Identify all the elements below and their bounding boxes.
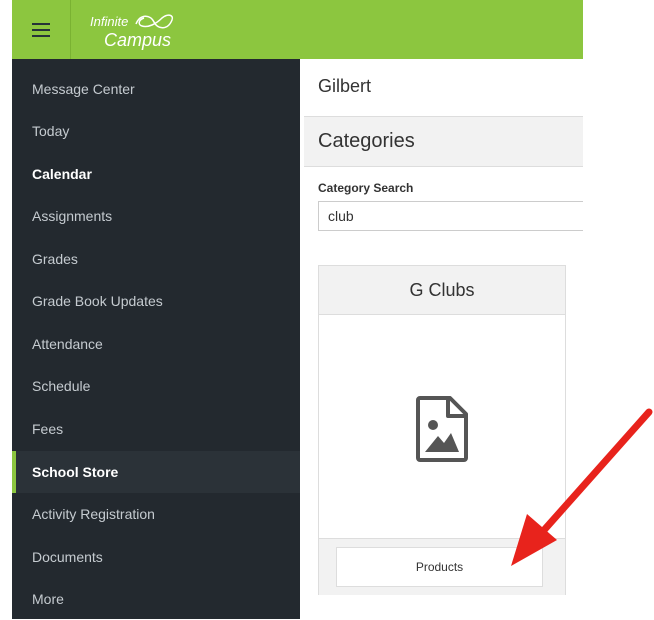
page-title: Categories (318, 130, 415, 152)
sidebar-item-calendar[interactable]: Calendar (12, 153, 300, 195)
sidebar-item-more[interactable]: More (12, 578, 300, 620)
logo-text-infinite: Infinite (90, 14, 129, 29)
infinite-campus-logo[interactable]: Infinite Campus (84, 12, 194, 52)
category-search-label: Category Search (318, 181, 414, 195)
sidebar-item-assignments[interactable]: Assignments (12, 195, 300, 237)
sidebar-item-documents[interactable]: Documents (12, 536, 300, 578)
school-name: Gilbert (318, 76, 372, 96)
main-content: Gilbert Categories Category Search G Clu… (300, 59, 583, 619)
category-card-footer: Products (319, 538, 565, 595)
sidebar-item-grades[interactable]: Grades (12, 238, 300, 280)
category-card: G Clubs Products (318, 265, 566, 595)
sidebar-item-school-store[interactable]: School Store (12, 451, 300, 493)
image-file-icon (416, 396, 468, 462)
sidebar-nav: Message Center Today Calendar Assignment… (12, 59, 300, 619)
category-card-title: G Clubs (319, 266, 565, 315)
category-search-input[interactable] (318, 201, 583, 231)
top-bar: Infinite Campus (12, 0, 583, 59)
sidebar-item-fees[interactable]: Fees (12, 408, 300, 450)
header-divider (70, 0, 71, 59)
hamburger-menu-button[interactable] (12, 0, 70, 59)
sidebar-item-attendance[interactable]: Attendance (12, 323, 300, 365)
sidebar-item-today[interactable]: Today (12, 110, 300, 152)
hamburger-icon (32, 22, 50, 37)
infinity-swirl-icon (135, 14, 174, 29)
logo-text-campus: Campus (104, 30, 172, 50)
sidebar-item-grade-book-updates[interactable]: Grade Book Updates (12, 280, 300, 322)
sidebar-item-message-center[interactable]: Message Center (12, 68, 300, 110)
categories-header: Categories (304, 116, 583, 167)
sidebar-item-activity-registration[interactable]: Activity Registration (12, 493, 300, 535)
sidebar-item-schedule[interactable]: Schedule (12, 365, 300, 407)
products-button[interactable]: Products (336, 547, 543, 587)
